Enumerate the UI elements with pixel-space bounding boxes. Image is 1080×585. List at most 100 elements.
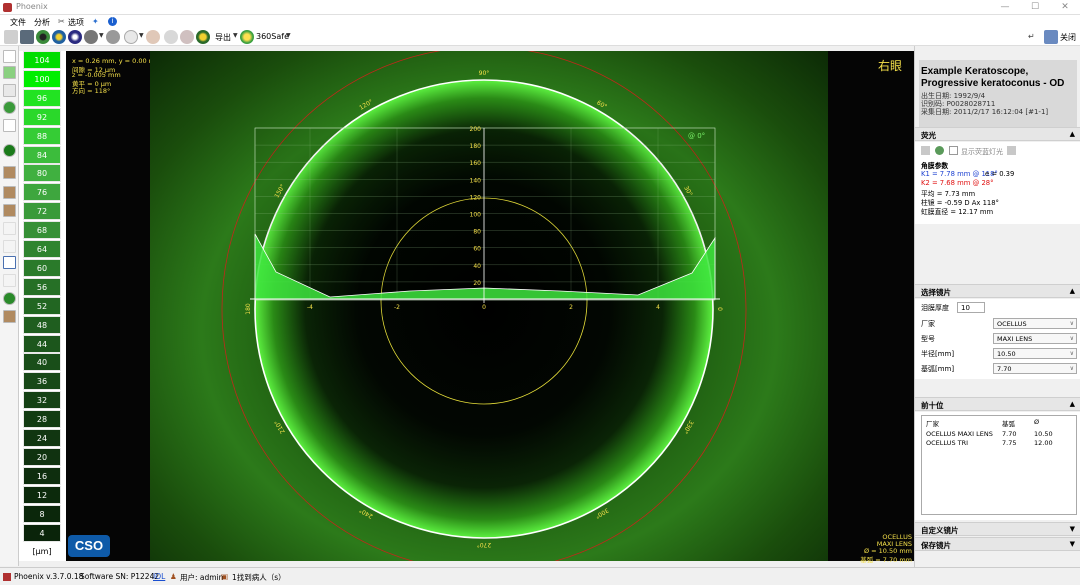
pointer-icon[interactable] [3, 50, 16, 63]
hand-icon[interactable] [3, 101, 16, 114]
menu-analysis[interactable]: 分析 [34, 17, 50, 28]
camera-icon[interactable] [20, 30, 34, 44]
chevron-up-icon[interactable]: ▲ [1070, 130, 1075, 138]
info-icon[interactable]: i [108, 17, 117, 26]
portrait-icon[interactable] [3, 204, 16, 217]
safe-icon[interactable] [240, 30, 254, 44]
chevron-down-icon: ∨ [1069, 350, 1074, 357]
face-icon[interactable] [146, 30, 160, 44]
scale-cell: 92 [23, 107, 61, 126]
pair-icon[interactable] [180, 30, 194, 44]
profile-chart-frame [254, 127, 716, 301]
hvid-value: 虹膜直径 = 12.17 mm [921, 208, 994, 216]
dot-icon[interactable] [935, 146, 944, 155]
keratoscope-icon[interactable] [68, 30, 82, 44]
minimize-button[interactable]: — [990, 1, 1020, 14]
export-button[interactable]: 导出 [215, 32, 231, 43]
fluorescein-icon[interactable] [196, 30, 210, 44]
chevron-up-icon[interactable]: ▲ [1070, 400, 1075, 408]
type-select[interactable]: MAXI LENS ∨ [993, 333, 1077, 344]
portrait-icon[interactable] [3, 186, 16, 199]
filter-icon[interactable] [921, 146, 930, 155]
col-header-maker[interactable]: 厂家 [926, 418, 939, 428]
map-icon[interactable] [3, 66, 16, 79]
cso-logo: CSO [68, 535, 110, 557]
col-header-bc[interactable]: 基弧 [1002, 418, 1015, 428]
safe-button[interactable]: 360Safe [256, 32, 289, 41]
iol-link[interactable]: IOL [153, 572, 165, 581]
lens-view-icon[interactable] [3, 292, 16, 305]
fluor-settings-icon[interactable] [1007, 146, 1016, 155]
eye-view-icon[interactable] [36, 30, 50, 44]
x-tick-label: 0 [482, 304, 486, 311]
lens-icon[interactable] [124, 30, 138, 44]
maker-select[interactable]: OCELLUS ∨ [993, 318, 1077, 329]
section-custom-lens[interactable]: 自定义镜片 ▼ [915, 522, 1080, 536]
radius-value: 10.50 [997, 350, 1016, 358]
circle-tool-icon[interactable] [3, 274, 16, 287]
row-1-diameter[interactable]: 10.50 [1034, 430, 1053, 438]
y-tick-label: 40 [473, 263, 481, 270]
tear-thickness-input[interactable]: 10 [957, 302, 985, 313]
x-tick-label: 4 [656, 304, 660, 311]
y-tick-label: 140 [470, 177, 482, 184]
angle-label: 0 [716, 307, 723, 311]
scale-cell: 52 [23, 296, 61, 315]
row-2-bc[interactable]: 7.75 [1002, 439, 1016, 447]
radius-select[interactable]: 10.50 ∨ [993, 348, 1077, 359]
save-icon[interactable] [4, 30, 18, 44]
angle-label: 60° [595, 99, 608, 110]
chevron-down-icon[interactable]: ▼ [233, 32, 238, 39]
section-top-ten[interactable]: 前十位 ▲ [915, 397, 1080, 411]
book-icon[interactable]: ✦ [92, 17, 99, 26]
menu-options[interactable]: 选项 [68, 17, 84, 28]
section-select-lens[interactable]: 选择镜片 ▲ [915, 284, 1080, 298]
fluorescence-body: 显示荧蓝灯光 角膜参数 K1 = 7.78 mm @ 118° e = 0.39… [915, 142, 1080, 224]
chevron-down-icon[interactable]: ▼ [1070, 525, 1075, 533]
close-app-icon[interactable] [1044, 30, 1058, 44]
portrait-icon[interactable] [3, 166, 16, 179]
photo-icon[interactable] [3, 310, 16, 323]
compare-icon[interactable] [164, 30, 178, 44]
chevron-down-icon[interactable]: ▼ [286, 32, 291, 39]
target-icon[interactable] [3, 240, 16, 253]
row-1-bc[interactable]: 7.70 [1002, 430, 1016, 438]
eye-icon[interactable] [3, 144, 16, 157]
row-1-maker[interactable]: OCELLUS MAXI LENS [926, 430, 993, 438]
fluor-checkbox[interactable] [949, 146, 958, 155]
bc-select[interactable]: 7.70 ∨ [993, 363, 1077, 374]
rectangle-icon[interactable] [3, 256, 16, 269]
col-header-diameter[interactable]: Ø [1034, 418, 1039, 426]
chevron-up-icon[interactable]: ▲ [1070, 287, 1075, 295]
close-app-button[interactable]: 关闭 [1060, 32, 1076, 43]
y-tick-label: 200 [470, 126, 482, 133]
chevron-down-icon[interactable]: ▼ [139, 32, 144, 39]
section-fluorescence[interactable]: 荧光 ▲ [915, 127, 1080, 141]
row-2-diameter[interactable]: 12.00 [1034, 439, 1053, 447]
close-window-button[interactable]: ✕ [1050, 1, 1080, 14]
right-dark-strip [828, 51, 914, 561]
ruler-icon[interactable] [3, 119, 16, 132]
section-saved-lens[interactable]: 保存镜片 ▼ [915, 537, 1080, 551]
maximize-button[interactable]: ☐ [1020, 1, 1050, 14]
radius-label: 半径[mm] [921, 350, 955, 358]
status-user: 用户: admin [180, 573, 224, 582]
topography-icon[interactable] [52, 30, 66, 44]
menu-file[interactable]: 文件 [10, 17, 26, 28]
chevron-down-icon[interactable]: ▼ [1070, 540, 1075, 548]
top-ten-body: 厂家 基弧 Ø OCELLUS MAXI LENS 7.70 10.50 OCE… [915, 412, 1080, 520]
section-label: 荧光 [921, 131, 936, 140]
angle-label: 270° [477, 541, 491, 548]
chevron-down-icon[interactable]: ▼ [99, 32, 104, 39]
cancel-icon[interactable] [84, 30, 98, 44]
measurement-panel [66, 51, 150, 561]
crosshair-icon[interactable] [3, 222, 16, 235]
back-icon[interactable]: ↵ [1028, 32, 1035, 41]
x-tick-label: 2 [569, 304, 573, 311]
grid-icon[interactable] [3, 84, 16, 97]
maker-value: OCELLUS [997, 320, 1027, 328]
row-2-maker[interactable]: OCELLUS TRI [926, 439, 968, 447]
profile-angle-label: @ 0° [688, 132, 705, 140]
lens-list[interactable]: 厂家 基弧 Ø OCELLUS MAXI LENS 7.70 10.50 OCE… [921, 415, 1077, 515]
eye-image[interactable]: 200 180 160 140 120 100 80 60 40 20 -4 -2 0 2 4 @ 0° … [150, 51, 828, 561]
